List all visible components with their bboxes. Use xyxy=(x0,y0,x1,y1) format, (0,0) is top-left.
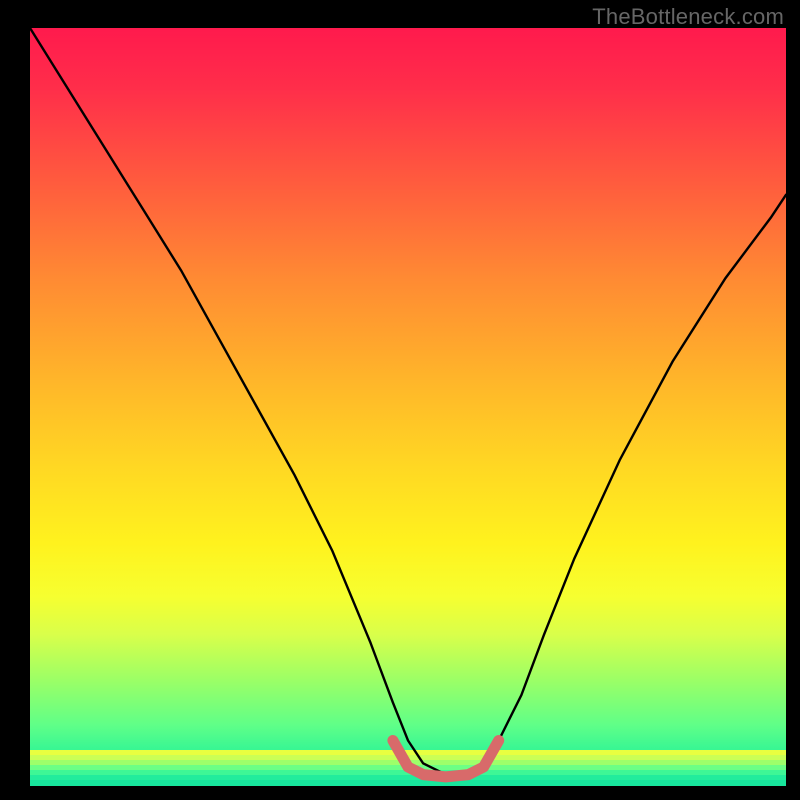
bottleneck-curve xyxy=(30,28,786,775)
optimal-band xyxy=(393,741,499,777)
curve-svg xyxy=(30,28,786,786)
plot-area xyxy=(30,28,786,786)
chart-frame: TheBottleneck.com xyxy=(0,0,800,800)
watermark-text: TheBottleneck.com xyxy=(592,4,784,30)
